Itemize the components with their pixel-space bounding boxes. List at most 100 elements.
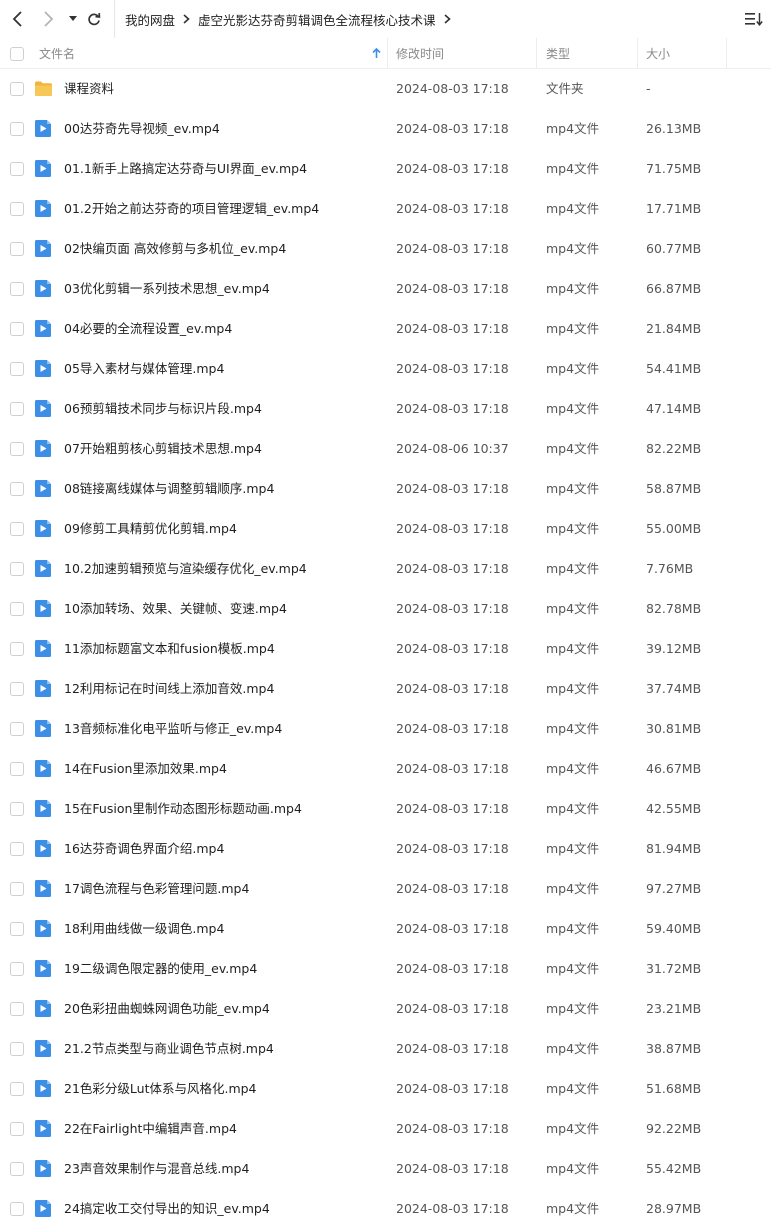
file-name[interactable]: 02快编页面 高效修剪与多机位_ev.mp4 [64, 229, 286, 269]
file-name[interactable]: 21.2节点类型与商业调色节点树.mp4 [64, 1029, 274, 1069]
row-checkbox[interactable] [10, 202, 24, 216]
row-checkbox[interactable] [10, 882, 24, 896]
row-checkbox[interactable] [10, 682, 24, 696]
table-row[interactable]: 14在Fusion里添加效果.mp4 2024-08-03 17:18 mp4文件 4… [0, 749, 771, 789]
chevron-left-icon[interactable] [8, 9, 28, 29]
file-name[interactable]: 01.2开始之前达芬奇的项目管理逻辑_ev.mp4 [64, 189, 319, 229]
table-row[interactable]: 10添加转场、效果、关键帧、变速.mp4 2024-08-03 17:18 mp4文… [0, 589, 771, 629]
file-name[interactable]: 01.1新手上路搞定达芬奇与UI界面_ev.mp4 [64, 149, 307, 189]
column-divider[interactable] [637, 38, 638, 69]
breadcrumb-current[interactable]: 虚空光影达芬奇剪辑调色全流程核心技术课 [198, 10, 436, 29]
row-checkbox[interactable] [10, 722, 24, 736]
table-row[interactable]: 12利用标记在时间线上添加音效.mp4 2024-08-03 17:18 mp4文件… [0, 669, 771, 709]
table-row[interactable]: 20色彩扭曲蜘蛛网调色功能_ev.mp4 2024-08-03 17:18 mp4文… [0, 989, 771, 1029]
refresh-icon[interactable] [84, 9, 104, 29]
row-checkbox[interactable] [10, 122, 24, 136]
table-row[interactable]: 08链接离线媒体与调整剪辑顺序.mp4 2024-08-03 17:18 mp4文件… [0, 469, 771, 509]
column-type[interactable]: 类型 [546, 38, 570, 69]
file-name[interactable]: 06预剪辑技术同步与标识片段.mp4 [64, 389, 262, 429]
file-name[interactable]: 15在Fusion里制作动态图形标题动画.mp4 [64, 789, 302, 829]
row-checkbox[interactable] [10, 162, 24, 176]
row-checkbox[interactable] [10, 962, 24, 976]
file-name[interactable]: 17调色流程与色彩管理问题.mp4 [64, 869, 249, 909]
table-row[interactable]: 09修剪工具精剪优化剪辑.mp4 2024-08-03 17:18 mp4文件 55.… [0, 509, 771, 549]
file-name[interactable]: 20色彩扭曲蜘蛛网调色功能_ev.mp4 [64, 989, 270, 1029]
table-row[interactable]: 01.1新手上路搞定达芬奇与UI界面_ev.mp4 2024-08-03 17:1… [0, 149, 771, 189]
row-checkbox[interactable] [10, 282, 24, 296]
column-modified[interactable]: 修改时间 [396, 38, 444, 69]
row-checkbox[interactable] [10, 842, 24, 856]
file-name[interactable]: 23声音效果制作与混音总线.mp4 [64, 1149, 249, 1189]
table-row[interactable]: 22在Fairlight中编辑声音.mp4 2024-08-03 17:18 mp4… [0, 1109, 771, 1149]
select-all-checkbox[interactable] [10, 38, 24, 69]
row-checkbox[interactable] [10, 602, 24, 616]
row-checkbox[interactable] [10, 402, 24, 416]
column-name[interactable]: 文件名 [39, 38, 75, 69]
row-checkbox[interactable] [10, 242, 24, 256]
row-checkbox[interactable] [10, 82, 24, 96]
file-name[interactable]: 08链接离线媒体与调整剪辑顺序.mp4 [64, 469, 274, 509]
table-row[interactable]: 01.2开始之前达芬奇的项目管理逻辑_ev.mp4 2024-08-03 17:1… [0, 189, 771, 229]
table-row[interactable]: 19二级调色限定器的使用_ev.mp4 2024-08-03 17:18 mp4文件… [0, 949, 771, 989]
row-checkbox[interactable] [10, 1042, 24, 1056]
row-checkbox[interactable] [10, 1082, 24, 1096]
column-divider[interactable] [726, 38, 727, 69]
row-checkbox[interactable] [10, 562, 24, 576]
row-checkbox[interactable] [10, 362, 24, 376]
row-checkbox[interactable] [10, 762, 24, 776]
file-name[interactable]: 14在Fusion里添加效果.mp4 [64, 749, 227, 789]
file-name[interactable]: 07开始粗剪核心剪辑技术思想.mp4 [64, 429, 262, 469]
row-checkbox[interactable] [10, 322, 24, 336]
file-name[interactable]: 19二级调色限定器的使用_ev.mp4 [64, 949, 257, 989]
row-checkbox[interactable] [10, 482, 24, 496]
table-row[interactable]: 16达芬奇调色界面介绍.mp4 2024-08-03 17:18 mp4文件 81.9… [0, 829, 771, 869]
row-checkbox[interactable] [10, 1002, 24, 1016]
table-row[interactable]: 17调色流程与色彩管理问题.mp4 2024-08-03 17:18 mp4文件 97… [0, 869, 771, 909]
file-name[interactable]: 03优化剪辑一系列技术思想_ev.mp4 [64, 269, 270, 309]
file-name[interactable]: 09修剪工具精剪优化剪辑.mp4 [64, 509, 237, 549]
file-name[interactable]: 24搞定收工交付导出的知识_ev.mp4 [64, 1189, 270, 1229]
sort-list-icon[interactable] [744, 10, 764, 28]
row-checkbox[interactable] [10, 802, 24, 816]
table-row[interactable]: 23声音效果制作与混音总线.mp4 2024-08-03 17:18 mp4文件 55… [0, 1149, 771, 1189]
table-row[interactable]: 00达芬奇先导视频_ev.mp4 2024-08-03 17:18 mp4文件 26.… [0, 109, 771, 149]
file-name[interactable]: 16达芬奇调色界面介绍.mp4 [64, 829, 224, 869]
table-row[interactable]: 06预剪辑技术同步与标识片段.mp4 2024-08-03 17:18 mp4文件 4… [0, 389, 771, 429]
file-name[interactable]: 12利用标记在时间线上添加音效.mp4 [64, 669, 274, 709]
table-row[interactable]: 15在Fusion里制作动态图形标题动画.mp4 2024-08-03 17:18… [0, 789, 771, 829]
caret-down-icon[interactable] [63, 9, 83, 29]
sort-up-arrow-icon[interactable] [372, 38, 381, 69]
file-name[interactable]: 18利用曲线做一级调色.mp4 [64, 909, 224, 949]
file-name[interactable]: 13音频标准化电平监听与修正_ev.mp4 [64, 709, 282, 749]
table-row[interactable]: 18利用曲线做一级调色.mp4 2024-08-03 17:18 mp4文件 59.4… [0, 909, 771, 949]
row-checkbox[interactable] [10, 642, 24, 656]
row-checkbox[interactable] [10, 522, 24, 536]
column-divider[interactable] [536, 38, 537, 69]
table-row[interactable]: 13音频标准化电平监听与修正_ev.mp4 2024-08-03 17:18 mp4… [0, 709, 771, 749]
chevron-right-icon[interactable] [443, 14, 451, 24]
file-name[interactable]: 22在Fairlight中编辑声音.mp4 [64, 1109, 237, 1149]
table-row[interactable]: 课程资料 2024-08-03 17:18 文件夹 - [0, 69, 771, 109]
column-size[interactable]: 大小 [646, 38, 670, 69]
row-checkbox[interactable] [10, 1162, 24, 1176]
row-checkbox[interactable] [10, 922, 24, 936]
column-divider[interactable] [387, 38, 388, 69]
file-name[interactable]: 00达芬奇先导视频_ev.mp4 [64, 109, 220, 149]
table-row[interactable]: 03优化剪辑一系列技术思想_ev.mp4 2024-08-03 17:18 mp4文… [0, 269, 771, 309]
table-row[interactable]: 21色彩分级Lut体系与风格化.mp4 2024-08-03 17:18 mp4文件… [0, 1069, 771, 1109]
table-row[interactable]: 11添加标题富文本和fusion模板.mp4 2024-08-03 17:18 mp… [0, 629, 771, 669]
chevron-right-icon[interactable] [38, 9, 58, 29]
table-row[interactable]: 21.2节点类型与商业调色节点树.mp4 2024-08-03 17:18 mp4文… [0, 1029, 771, 1069]
file-name[interactable]: 课程资料 [64, 69, 114, 109]
breadcrumb-root[interactable]: 我的网盘 [125, 10, 175, 29]
table-row[interactable]: 04必要的全流程设置_ev.mp4 2024-08-03 17:18 mp4文件 21… [0, 309, 771, 349]
row-checkbox[interactable] [10, 442, 24, 456]
table-row[interactable]: 07开始粗剪核心剪辑技术思想.mp4 2024-08-06 10:37 mp4文件 8… [0, 429, 771, 469]
file-name[interactable]: 10.2加速剪辑预览与渲染缓存优化_ev.mp4 [64, 549, 307, 589]
file-name[interactable]: 21色彩分级Lut体系与风格化.mp4 [64, 1069, 257, 1109]
row-checkbox[interactable] [10, 1202, 24, 1216]
file-name[interactable]: 05导入素材与媒体管理.mp4 [64, 349, 224, 389]
table-row[interactable]: 05导入素材与媒体管理.mp4 2024-08-03 17:18 mp4文件 54.4… [0, 349, 771, 389]
table-row[interactable]: 02快编页面 高效修剪与多机位_ev.mp4 2024-08-03 17:18 mp… [0, 229, 771, 269]
file-name[interactable]: 10添加转场、效果、关键帧、变速.mp4 [64, 589, 287, 629]
